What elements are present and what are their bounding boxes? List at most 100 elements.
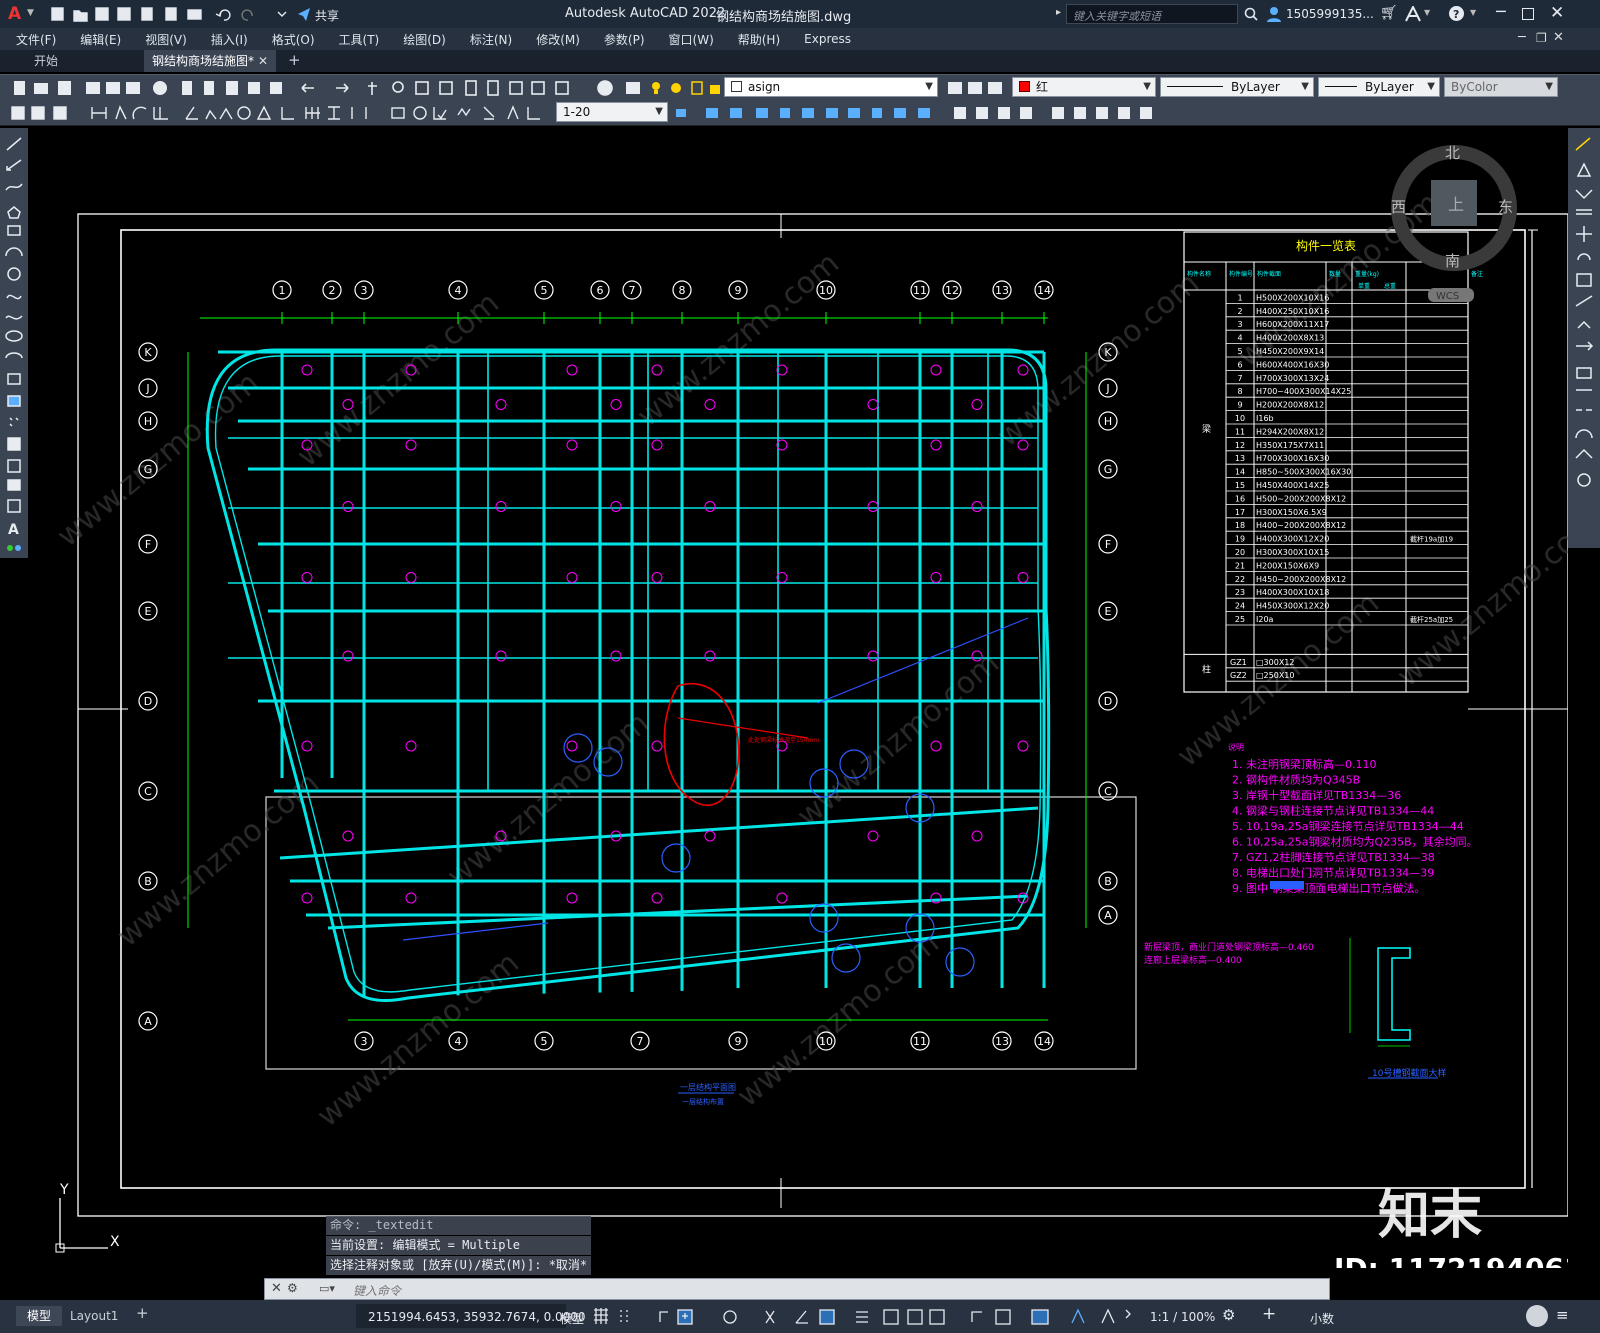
help-icon[interactable]: ? — [1448, 5, 1465, 22]
layer-name: asign — [748, 80, 781, 94]
minimize-button[interactable]: ─ — [1496, 2, 1506, 21]
layer-tools-icons[interactable] — [620, 78, 730, 98]
search-input[interactable]: 键入关键字或短语 — [1066, 4, 1238, 24]
viewcube-north[interactable]: 北 — [1445, 144, 1460, 162]
viewcube-west[interactable]: 西 — [1391, 198, 1406, 216]
standard-toolbar-icons[interactable] — [8, 78, 648, 98]
table-row-section: H300X150X6.5X9 — [1256, 508, 1327, 517]
table-row-no: 1 — [1237, 293, 1242, 302]
tab-layout1[interactable]: Layout1 — [70, 1306, 118, 1326]
tab-start[interactable]: 开始 — [8, 50, 144, 72]
tab-close-icon[interactable]: ✕ — [258, 50, 268, 72]
model-space-button[interactable]: 模型 — [560, 1310, 584, 1327]
axis-bottom-14: 14 — [1037, 1035, 1051, 1048]
close-button[interactable]: ✕ — [1550, 3, 1564, 23]
wcs-label[interactable]: WCS — [1436, 291, 1459, 302]
axis-left-B: B — [144, 875, 152, 888]
drawing-canvas[interactable]: www.znzmo.com www.znzmo.com www.znzmo.com w… — [28, 128, 1600, 1285]
maximize-button[interactable] — [1522, 8, 1534, 20]
member-tag — [495, 650, 507, 662]
table-title: 构件一览表 — [1296, 238, 1356, 253]
autodesk-a360-icon[interactable] — [1404, 6, 1422, 22]
axis-left-K: K — [144, 346, 152, 359]
add-layout-button[interactable]: + — [136, 1304, 149, 1322]
search-icon[interactable] — [1244, 7, 1258, 21]
command-input[interactable]: ✕ ⚙︎ ▭▾ 键入命令 — [264, 1278, 1330, 1300]
command-close-icon[interactable]: ✕ — [271, 1281, 282, 1296]
modify-tools-icons[interactable] — [1568, 128, 1600, 548]
chevron-down-icon[interactable]: ▼ — [1424, 8, 1430, 17]
menu-item-0[interactable]: 文件(F) — [4, 31, 68, 48]
share-button[interactable]: 共享 — [315, 7, 339, 24]
member-tag — [495, 399, 507, 410]
annotation-scale[interactable]: 1:1 / 100% — [1150, 1310, 1215, 1324]
dimension-style-dropdown[interactable]: 1-20 ▼ — [556, 102, 668, 122]
color-swatch — [1019, 81, 1030, 92]
coordinates-readout[interactable]: 2151994.6453, 35932.7674, 0.0000 — [368, 1310, 586, 1324]
isolate-objects-icon[interactable] — [1526, 1305, 1548, 1327]
viewcube-south[interactable]: 南 — [1445, 252, 1460, 270]
tab-model[interactable]: 模型 — [16, 1306, 62, 1326]
user-icon[interactable] — [1266, 6, 1282, 22]
tab-active-drawing[interactable]: 钢结构商场结施图* ✕ — [144, 50, 276, 72]
view-toolbar-icons[interactable] — [672, 103, 1162, 123]
viewcube-east[interactable]: 东 — [1498, 198, 1513, 216]
menu-item-7[interactable]: 标注(N) — [458, 31, 524, 48]
layer-dropdown[interactable]: asign ▼ — [724, 77, 938, 97]
axis-bottom-9: 9 — [735, 1035, 742, 1048]
customize-menu-icon[interactable]: ≡ — [1556, 1306, 1569, 1324]
menu-item-9[interactable]: 参数(P) — [592, 31, 657, 48]
doc-minimize-button[interactable]: ─ — [1518, 30, 1526, 45]
member-tag — [867, 830, 879, 842]
workspace-gear-icon[interactable]: ⚙︎ — [1222, 1306, 1235, 1324]
axis-top-10: 10 — [819, 284, 833, 297]
title-bar: A ▼ 共享 Autodesk AutoCAD 2022 钢结构商场结施图.dw… — [0, 0, 1600, 28]
dimension-toolbar-icons[interactable] — [8, 103, 554, 123]
menu-item-12[interactable]: Express — [792, 32, 863, 46]
color-dropdown[interactable]: 红 ▼ — [1012, 77, 1156, 97]
draw-modify-toolbar: 1-20 ▼ — [0, 100, 1600, 126]
menu-item-10[interactable]: 窗口(W) — [657, 31, 726, 48]
menu-item-11[interactable]: 帮助(H) — [726, 31, 792, 48]
table-row-no: 10 — [1235, 414, 1245, 423]
menu-item-2[interactable]: 视图(V) — [133, 31, 199, 48]
menu-item-8[interactable]: 修改(M) — [524, 31, 592, 48]
axis-top-13: 13 — [995, 284, 1009, 297]
doc-close-button[interactable]: ✕ — [1553, 30, 1564, 45]
axis-bottom-7: 7 — [637, 1035, 644, 1048]
drafting-toggles-icons[interactable] — [592, 1308, 1152, 1326]
svg-text:A: A — [8, 522, 19, 538]
menu-item-4[interactable]: 格式(O) — [260, 31, 327, 48]
app-menu-chevron-icon[interactable]: ▼ — [27, 8, 34, 18]
command-prompt-icon[interactable]: ▭▾ — [319, 1282, 335, 1295]
axis-right-G: G — [1104, 463, 1113, 476]
plotstyle-dropdown[interactable]: ByColor ▼ — [1444, 77, 1558, 97]
autocad-logo[interactable]: A — [8, 4, 21, 24]
layer-match-icons[interactable] — [944, 78, 1008, 98]
command-settings-icon[interactable]: ⚙︎ — [287, 1281, 298, 1295]
user-account[interactable]: 1505999135... — [1286, 7, 1374, 21]
draw-tools-icons[interactable]: A — [0, 128, 28, 558]
menu-item-1[interactable]: 编辑(E) — [68, 31, 133, 48]
member-tag — [651, 364, 663, 376]
annotation-monitor-icon[interactable]: + — [1262, 1304, 1276, 1324]
units-selector[interactable]: 小数 — [1310, 1310, 1334, 1327]
ucs-x-label: X — [110, 1234, 120, 1250]
menu-item-6[interactable]: 绘图(D) — [391, 31, 458, 48]
standard-toolbar: asign ▼ 红 ▼ ByLayer ▼ ByLayer ▼ ByColor ▼ — [0, 74, 1600, 100]
help-chevron-icon[interactable]: ▼ — [1470, 8, 1476, 17]
menu-item-3[interactable]: 插入(I) — [199, 31, 260, 48]
share-icon[interactable] — [296, 6, 312, 22]
lineweight-dropdown[interactable]: ByLayer ▼ — [1318, 77, 1440, 97]
menu-item-5[interactable]: 工具(T) — [327, 31, 392, 48]
linetype-dropdown[interactable]: ByLayer ▼ — [1160, 77, 1314, 97]
viewcube-top[interactable]: 上 — [1448, 195, 1464, 214]
cart-icon[interactable]: 🛒︎ — [1380, 5, 1398, 21]
watermark-text: www.znzmo.com — [441, 706, 656, 895]
search-expand-icon[interactable]: ▸ — [1056, 7, 1061, 18]
note-line-7: 7. GZ1,2柱脚连接节点详见TB1334—38 — [1232, 850, 1435, 864]
doc-restore-button[interactable]: ❐ — [1536, 31, 1547, 45]
new-tab-button[interactable]: + — [288, 51, 301, 69]
quick-access-toolbar[interactable] — [50, 6, 290, 22]
table-row-section: H600X200X11X17 — [1256, 320, 1329, 329]
